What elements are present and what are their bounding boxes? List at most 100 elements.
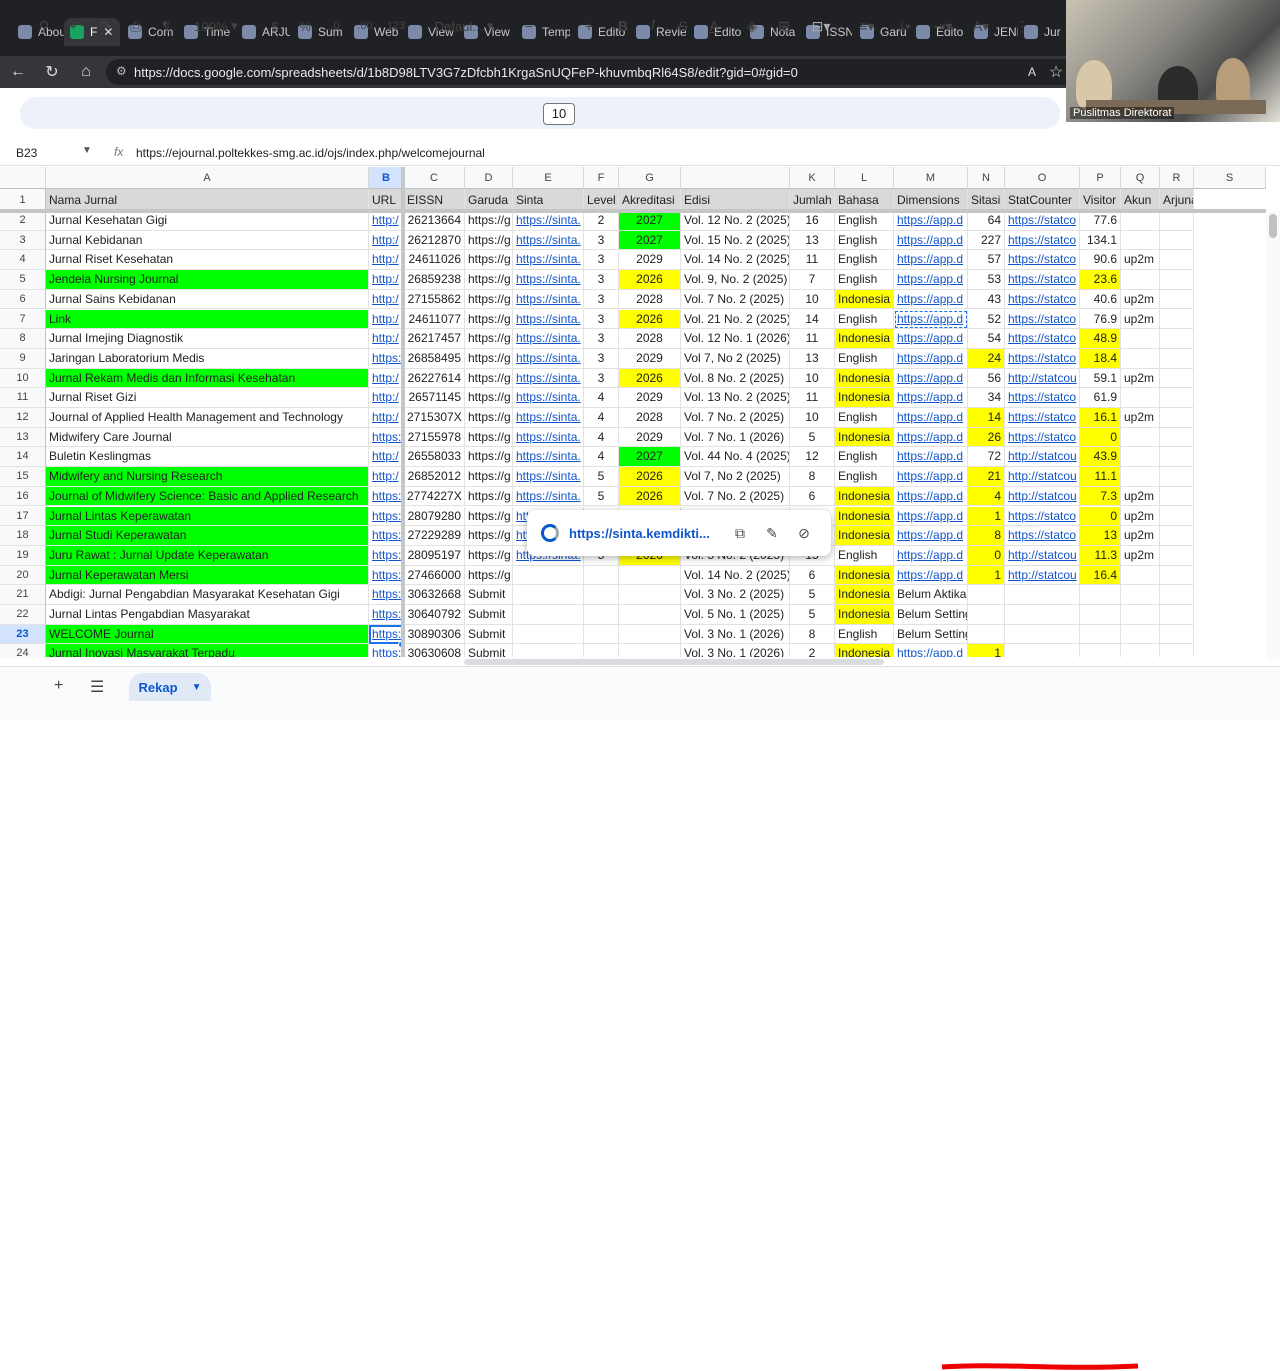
table-cell[interactable]: 2026 [619,368,681,389]
table-cell[interactable]: 11 [790,329,835,349]
table-cell[interactable]: Jurnal Lintas Keperawatan [46,506,369,527]
increase-decimal-button[interactable]: .00 [352,16,378,36]
table-cell[interactable] [1160,467,1194,487]
table-cell[interactable]: https: [369,486,404,507]
table-cell[interactable]: https://sinta. [513,250,584,271]
table-cell[interactable]: https://statco [1005,526,1080,546]
decrease-decimal-button[interactable]: .0 [324,16,346,36]
table-cell[interactable]: Vol. 14 No. 2 (2025) [681,565,790,586]
table-cell[interactable]: https://app.d [894,211,968,231]
select-all-corner[interactable] [0,167,46,189]
table-cell[interactable] [1160,565,1194,586]
table-cell[interactable]: 43 [968,289,1005,310]
row-header[interactable]: 15 [0,467,46,487]
table-cell[interactable]: Vol. 7 No. 2 (2025) [681,408,790,428]
table-cell[interactable]: https://statco [1005,270,1080,290]
table-cell[interactable]: 72 [968,447,1005,468]
table-cell[interactable]: Vol. 21 No. 2 (2025) [681,309,790,330]
table-cell[interactable]: 26558033 [404,447,465,468]
row-header[interactable]: 12 [0,408,46,428]
add-sheet-icon[interactable]: + [54,677,63,695]
table-cell[interactable]: https://sinta. [513,427,584,448]
table-cell[interactable]: Jurnal Studi Keperawatan [46,526,369,546]
table-cell[interactable]: https://sinta. [513,329,584,349]
row-header[interactable]: 21 [0,585,46,605]
row-header[interactable]: 1 [0,189,46,211]
table-cell[interactable]: 2 [790,644,835,657]
table-cell[interactable] [513,565,584,586]
table-cell[interactable]: 0 [1080,427,1121,448]
table-cell[interactable]: 2029 [619,348,681,369]
column-header[interactable]: S [1194,167,1266,189]
table-cell[interactable]: https: [369,585,404,605]
table-cell[interactable]: http://statcou [1005,467,1080,487]
table-cell[interactable]: 2026 [619,486,681,507]
table-cell[interactable]: http://statcou [1005,486,1080,507]
table-cell[interactable]: 24611077 [404,309,465,330]
table-cell[interactable]: https://sinta. [513,348,584,369]
table-cell[interactable]: https://g [465,309,513,330]
table-cell[interactable] [1160,348,1194,369]
table-cell[interactable] [1121,427,1160,448]
table-cell[interactable] [1160,447,1194,468]
table-cell[interactable]: Vol. 15 No. 2 (2025) [681,230,790,251]
table-cell[interactable]: 34 [968,388,1005,408]
column-header[interactable]: D [465,167,513,189]
table-cell[interactable]: Buletin Keslingmas [46,447,369,468]
table-cell[interactable]: English [835,545,894,566]
table-cell[interactable]: https://sinta. [513,211,584,231]
table-cell[interactable]: https://g [465,486,513,507]
column-header[interactable]: L [835,167,894,189]
table-cell[interactable]: https://sinta. [513,447,584,468]
table-cell[interactable] [1121,211,1160,231]
table-cell[interactable]: 21 [968,467,1005,487]
table-cell[interactable]: up2m [1121,486,1160,507]
table-cell[interactable]: 0 [1080,506,1121,527]
table-cell[interactable]: 10 [790,408,835,428]
table-cell[interactable] [584,605,619,625]
font-select[interactable]: Defaul... ▾ [426,16,502,36]
table-cell[interactable]: 8 [790,467,835,487]
table-cell[interactable]: 5 [790,605,835,625]
text-rotation-icon[interactable]: A▾ [966,16,996,36]
horizontal-scrollbar[interactable] [404,658,1266,666]
table-cell[interactable]: 2 [584,211,619,231]
table-cell[interactable]: 2026 [619,309,681,330]
table-cell[interactable]: 61.9 [1080,388,1121,408]
table-cell[interactable]: 48.9 [1080,329,1121,349]
table-cell[interactable]: https://g [465,427,513,448]
table-cell[interactable]: Midwifery and Nursing Research [46,467,369,487]
text-wrapping-icon[interactable]: ⇥▾ [928,16,958,36]
column-title-cell[interactable]: Dimensions [894,189,968,211]
column-title-cell[interactable]: Akun [1121,189,1160,211]
table-cell[interactable]: https://app.d [894,467,968,487]
table-cell[interactable]: 26 [968,427,1005,448]
name-box[interactable]: B23 [16,146,37,160]
table-cell[interactable]: https://sinta. [513,467,584,487]
table-cell[interactable]: 56 [968,368,1005,389]
table-cell[interactable] [968,605,1005,625]
column-title-cell[interactable]: URL [369,189,404,211]
table-cell[interactable]: http:/ [369,270,404,290]
table-cell[interactable]: English [835,270,894,290]
table-cell[interactable]: 52 [968,309,1005,330]
row-header[interactable]: 4 [0,250,46,271]
table-cell[interactable]: Vol 7, No 2 (2025) [681,348,790,369]
table-cell[interactable]: https://statco [1005,388,1080,408]
site-info-icon[interactable]: ⚙ [116,64,127,78]
column-title-cell[interactable]: Jumlah [790,189,835,211]
table-cell[interactable] [1160,506,1194,527]
table-cell[interactable]: 2029 [619,250,681,271]
table-cell[interactable]: https://g [465,270,513,290]
table-cell[interactable]: 2026 [619,467,681,487]
table-cell[interactable]: https://statco [1005,408,1080,428]
table-cell[interactable] [1160,250,1194,271]
table-cell[interactable]: Jurnal Sains Kebidanan [46,289,369,310]
table-cell[interactable]: https://sinta. [513,368,584,389]
table-cell[interactable]: English [835,230,894,251]
table-cell[interactable]: https://statco [1005,348,1080,369]
column-header[interactable]: O [1005,167,1080,189]
table-cell[interactable]: https://g [465,230,513,251]
table-cell[interactable]: https://app.d [894,348,968,369]
table-cell[interactable]: https://g [465,368,513,389]
